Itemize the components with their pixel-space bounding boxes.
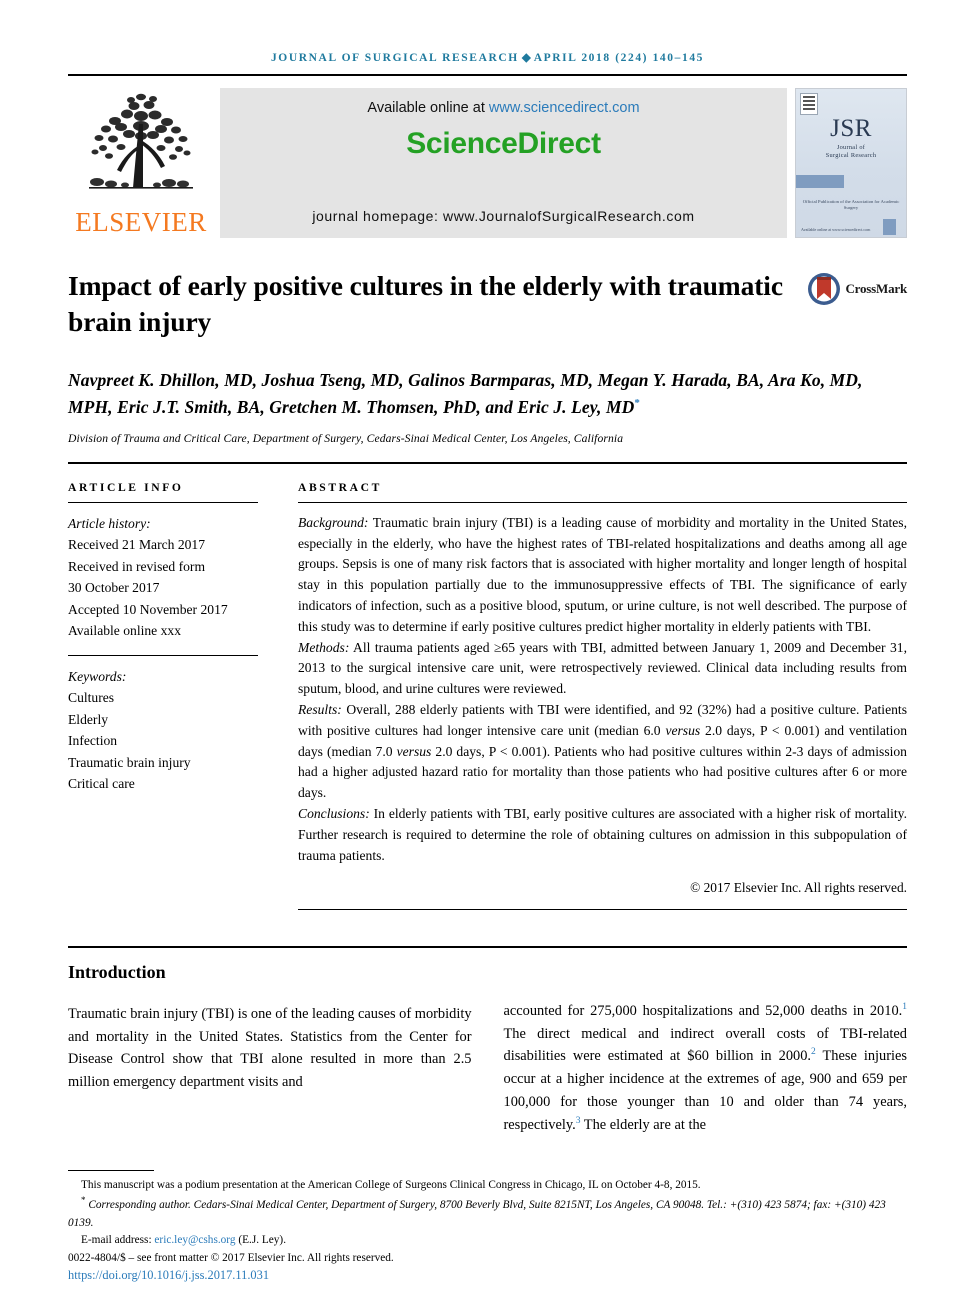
cover-title-block: JSR Journal of Surgical Research [796, 115, 906, 159]
email-label: E-mail address: [81, 1234, 152, 1246]
history-item: Received 21 March 2017 [68, 537, 206, 553]
cover-acronym: JSR [830, 115, 872, 142]
footnote-corresponding: * Corresponding author. Cedars-Sinai Med… [68, 1194, 907, 1232]
author-list: Navpreet K. Dhillon, MD, Joshua Tseng, M… [68, 367, 907, 422]
sciencedirect-url-link[interactable]: www.sciencedirect.com [489, 100, 640, 116]
running-head-suffix: APRIL 2018 (224) 140–145 [533, 52, 705, 64]
journal-running-head: JOURNAL OF SURGICAL RESEARCH ◆ APRIL 2018 … [68, 0, 907, 74]
abstract-column: ABSTRACT Background: Traumatic brain inj… [298, 481, 907, 910]
crossmark-label: CrossMark [845, 281, 907, 296]
email-suffix: (E.J. Ley). [235, 1234, 287, 1246]
body-column-left: Introduction Traumatic brain injury (TBI… [68, 962, 472, 1137]
abstract-background-text: Traumatic brain injury (TBI) is a leadin… [298, 514, 907, 634]
corresponding-author-marker: * [634, 397, 640, 410]
abstract-body: Background: Traumatic brain injury (TBI)… [298, 503, 907, 899]
cover-mini-thumb-icon [800, 93, 818, 115]
keywords-block: Keywords: Cultures Elderly Infection Tra… [68, 666, 258, 795]
journal-homepage-line: journal homepage: www.JournalofSurgicalR… [312, 208, 695, 224]
article-page: JOURNAL OF SURGICAL RESEARCH ◆ APRIL 2018 … [0, 0, 975, 1305]
introduction-paragraph-left: Traumatic brain injury (TBI) is one of t… [68, 1005, 472, 1091]
reference-marker-1[interactable]: 1 [902, 1002, 907, 1012]
available-online-label: Available online at [367, 100, 485, 116]
history-item: Available online xxx [68, 623, 181, 639]
introduction-paragraph-right: accounted for 275,000 hospitalizations a… [504, 1000, 908, 1137]
cover-subtitle-1: Journal of [836, 144, 866, 151]
footnotes: This manuscript was a podium presentatio… [68, 1169, 907, 1283]
abstract-conclusions: Conclusions: In elderly patients with TB… [298, 804, 907, 866]
footnote-email: E-mail address: eric.ley@cshs.org (E.J. … [68, 1232, 907, 1250]
footnote-issn: 0022-4804/$ – see front matter © 2017 El… [68, 1251, 394, 1264]
available-online-line: Available online at www.sciencedirect.co… [220, 100, 787, 116]
introduction-heading: Introduction [68, 961, 166, 982]
email-link[interactable]: eric.ley@cshs.org [154, 1234, 235, 1246]
cover-subtitle-2: Surgical Research [825, 152, 877, 159]
abstract-bottom-rule [298, 908, 907, 910]
keywords-rule [68, 654, 258, 656]
author-names: Navpreet K. Dhillon, MD, Joshua Tseng, M… [68, 369, 863, 418]
body-column-right: accounted for 275,000 hospitalizations a… [504, 962, 908, 1137]
keyword-item: Elderly [68, 711, 109, 727]
abstract-conclusions-label: Conclusions: [298, 806, 370, 822]
keywords-label: Keywords: [68, 668, 127, 684]
history-item: Received in revised form [68, 558, 206, 574]
abstract-background: Background: Traumatic brain injury (TBI)… [298, 513, 907, 638]
keyword-item: Cultures [68, 690, 115, 706]
abstract-results-label: Results: [298, 702, 342, 718]
abstract-conclusions-text: In elderly patients with TBI, early posi… [298, 806, 907, 863]
abstract-heading: ABSTRACT [298, 480, 382, 494]
footnote-rule [68, 1169, 154, 1171]
info-abstract-grid: ARTICLE INFO Article history: Received 2… [68, 481, 907, 910]
elsevier-logo: ELSEVIER [68, 88, 214, 238]
crossmark-badge[interactable]: CrossMark [807, 272, 907, 306]
sciencedirect-banner: ELSEVIER Available online at www.science… [68, 88, 907, 238]
page-title: Impact of early positive cultures in the… [68, 270, 783, 338]
history-item: Accepted 10 November 2017 [68, 601, 228, 617]
diamond-icon: ◆ [521, 52, 531, 64]
footnote-presentation: This manuscript was a podium presentatio… [81, 1178, 701, 1191]
history-item: 30 October 2017 [68, 580, 160, 596]
journal-cover-thumbnail: JSR Journal of Surgical Research Officia… [795, 88, 907, 238]
abstract-methods-text: All trauma patients aged ≥65 years with … [298, 639, 907, 697]
abstract-methods-label: Methods: [298, 639, 350, 655]
keyword-item: Traumatic brain injury [68, 754, 191, 770]
cover-note: Official Publication of the Association … [802, 198, 900, 210]
intro-right-text-1: accounted for 275,000 hospitalizations a… [503, 1002, 903, 1019]
crossmark-icon [808, 273, 841, 305]
cover-accent-bar-left [796, 175, 844, 188]
abstract-copyright: © 2017 Elsevier Inc. All rights reserved… [690, 880, 907, 896]
article-history-label: Article history: [68, 515, 151, 531]
body-divider [68, 945, 907, 948]
title-row: Impact of early positive cultures in the… [68, 268, 907, 341]
abstract-results: Results: Overall, 288 elderly patients w… [298, 700, 907, 804]
abstract-background-label: Background: [298, 514, 369, 530]
elsevier-tree-icon [89, 93, 193, 189]
cover-footer: Available online at www.sciencedirect.co… [801, 226, 871, 232]
article-info-heading: ARTICLE INFO [68, 480, 184, 494]
sciencedirect-box: Available online at www.sciencedirect.co… [220, 88, 787, 238]
body-columns: Introduction Traumatic brain injury (TBI… [68, 962, 907, 1137]
keyword-item: Critical care [68, 776, 135, 792]
intro-right-text-4: The elderly are at the [580, 1116, 707, 1133]
column-spacer [504, 962, 908, 1000]
keyword-item: Infection [68, 733, 118, 749]
article-info-column: ARTICLE INFO Article history: Received 2… [68, 481, 298, 910]
doi-link[interactable]: https://doi.org/10.1016/j.jss.2017.11.03… [68, 1268, 907, 1283]
abstract-results-versus-1: versus [665, 722, 701, 738]
running-head-prefix: JOURNAL OF SURGICAL RESEARCH [270, 52, 519, 64]
abstract-results-versus-2: versus [396, 743, 432, 759]
elsevier-wordmark: ELSEVIER [75, 207, 207, 237]
abstract-methods: Methods: All trauma patients aged ≥65 ye… [298, 638, 907, 700]
cover-accent-bar-right [883, 219, 896, 235]
sciencedirect-wordmark: ScienceDirect [406, 127, 601, 160]
info-divider [68, 461, 907, 464]
header-divider [68, 74, 907, 76]
affiliation: Division of Trauma and Critical Care, De… [68, 431, 624, 445]
footnote-corresponding-text: Corresponding author. Cedars-Sinai Medic… [68, 1199, 886, 1229]
article-history-block: Article history: Received 21 March 2017 … [68, 503, 258, 642]
